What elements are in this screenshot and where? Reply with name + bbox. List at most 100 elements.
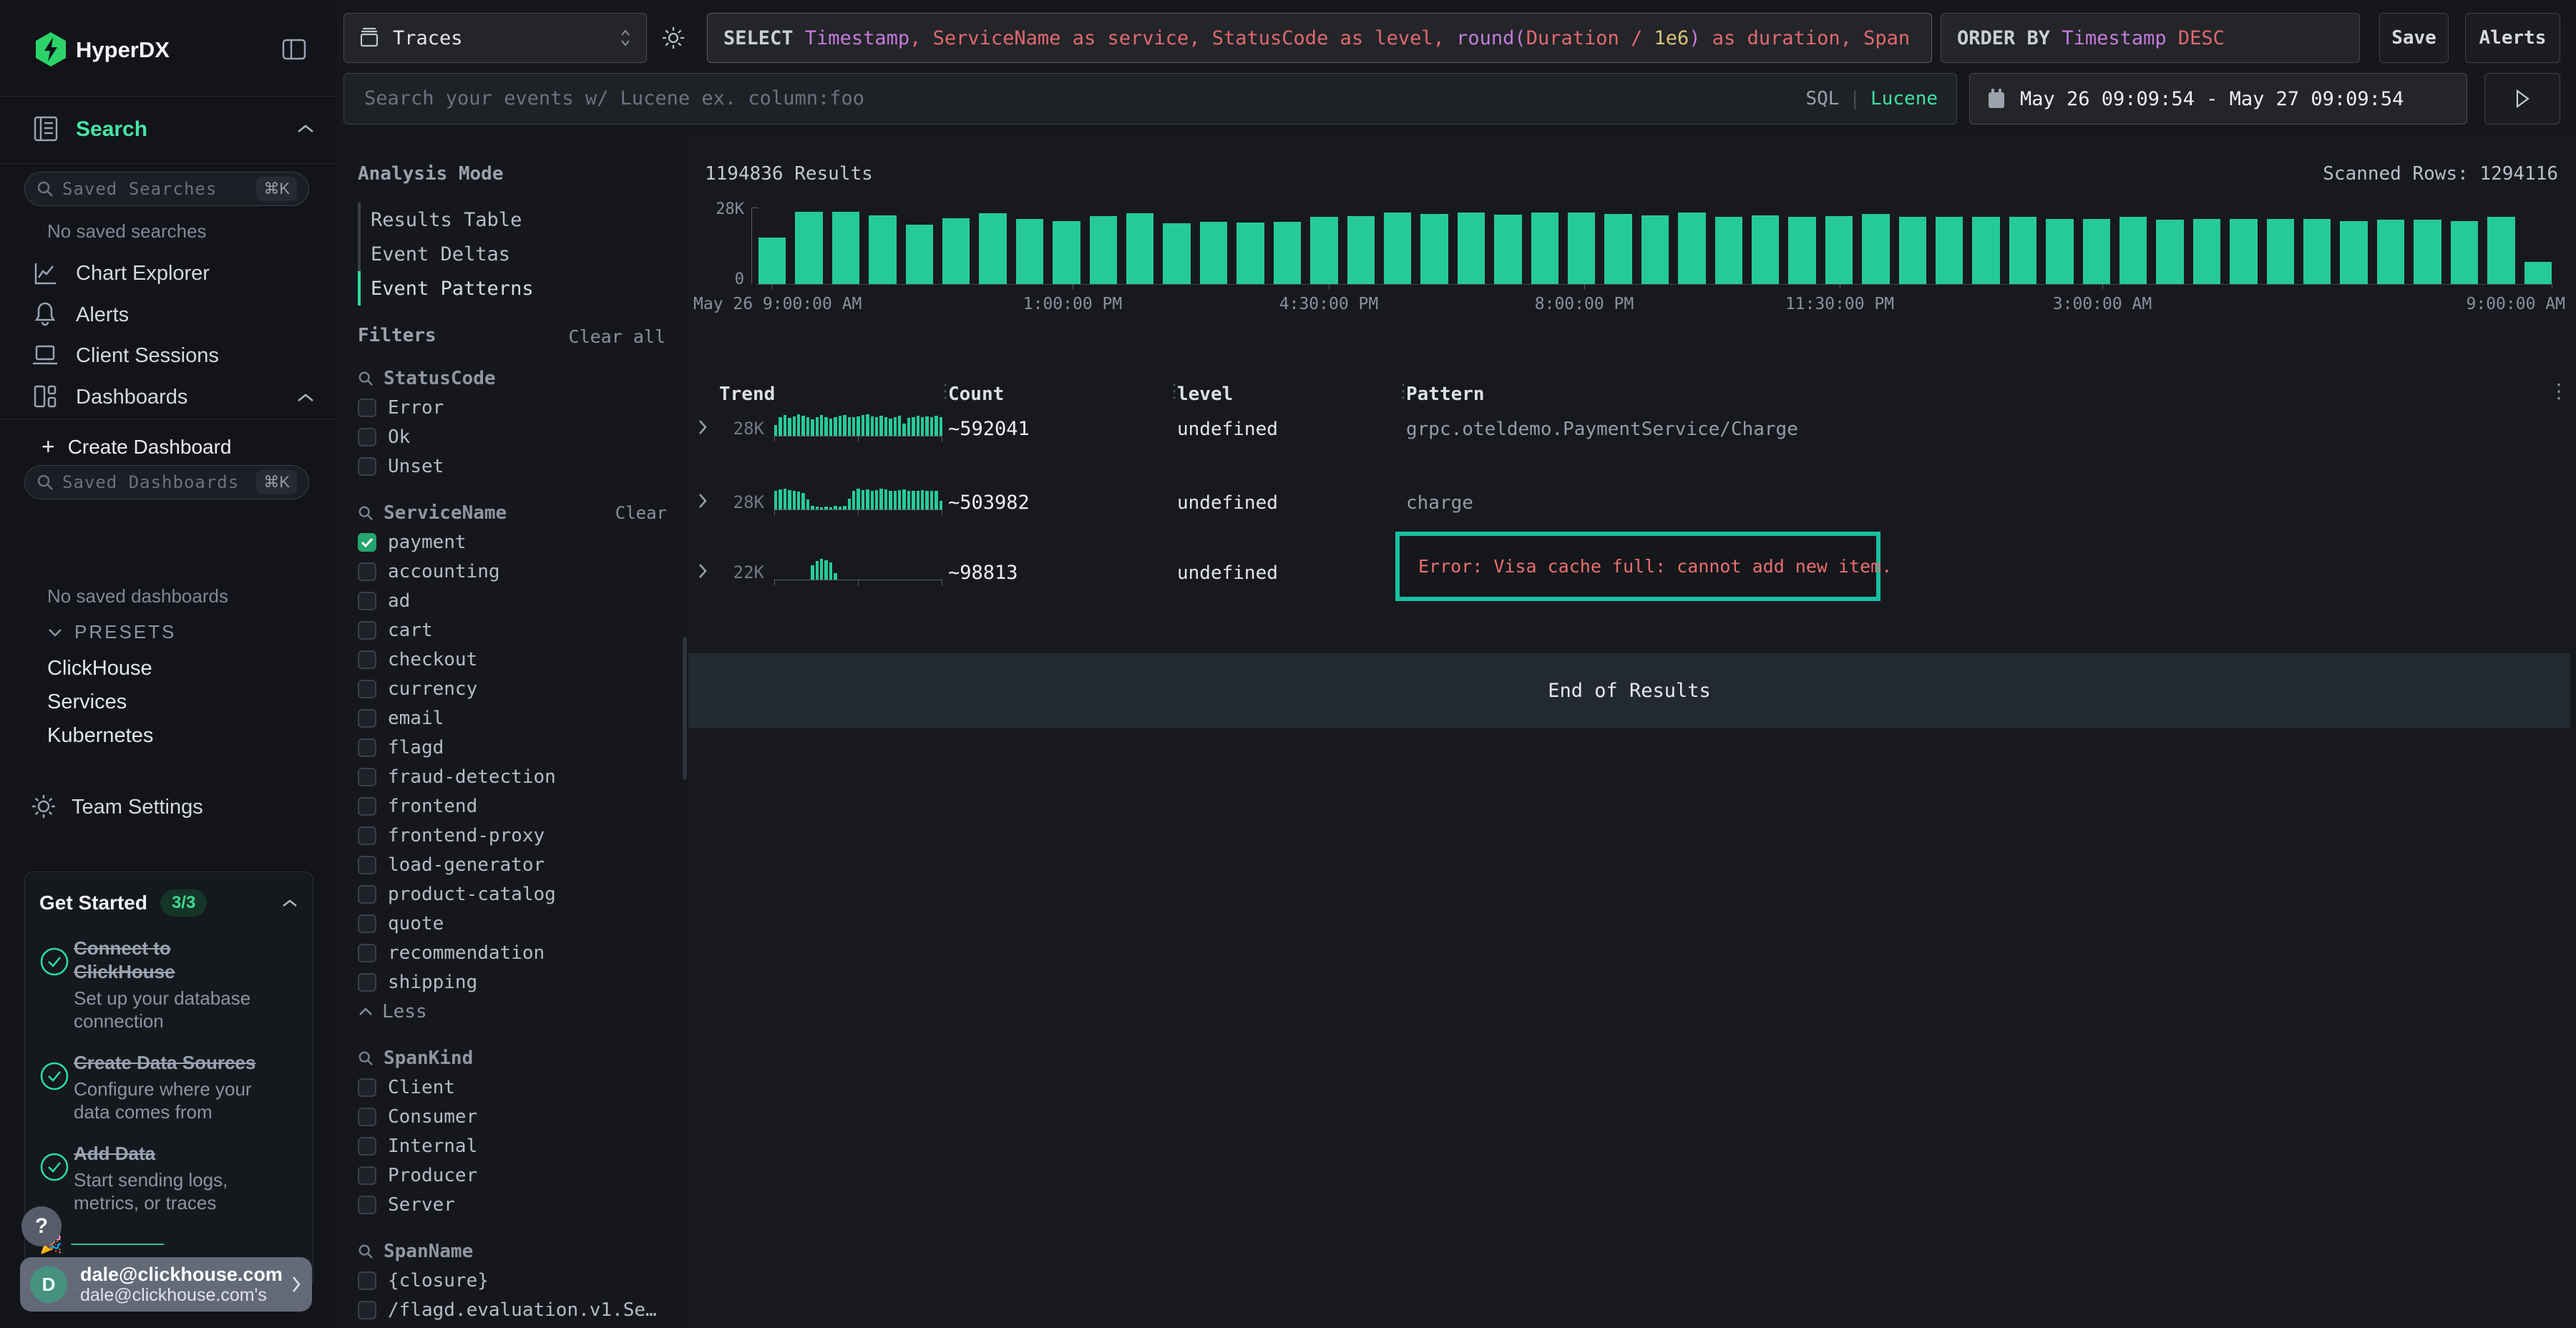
sql-select-editor[interactable]: SELECT Timestamp, ServiceName as service… [707, 13, 1932, 63]
alerts-button[interactable]: Alerts [2465, 13, 2560, 63]
filter-option[interactable]: Consumer [358, 1102, 667, 1131]
search-icon[interactable] [358, 1050, 374, 1066]
checkbox[interactable] [358, 1196, 376, 1214]
source-select[interactable]: Traces [343, 13, 647, 63]
show-less-toggle[interactable]: Less [358, 997, 667, 1026]
checkbox[interactable] [358, 1301, 376, 1319]
checkbox[interactable] [358, 1271, 376, 1290]
user-menu[interactable]: D dale@clickhouse.com dale@clickhouse.co… [20, 1257, 312, 1312]
filter-option[interactable]: cart [358, 615, 667, 645]
table-options-kebab-icon[interactable]: ⋮ [2549, 379, 2569, 403]
checkbox[interactable] [358, 1137, 376, 1156]
checkbox[interactable] [358, 457, 376, 476]
results-histogram[interactable] [758, 205, 2552, 284]
checkbox[interactable] [358, 399, 376, 417]
search-icon[interactable] [358, 1244, 374, 1259]
toggle-lucene[interactable]: Lucene [1870, 88, 1938, 109]
filter-option[interactable]: checkout [358, 645, 667, 674]
filter-option[interactable]: load-generator [358, 850, 667, 879]
filter-option[interactable]: Unset [358, 451, 667, 481]
checkbox[interactable] [358, 1166, 376, 1185]
expand-row-chevron-icon[interactable] [698, 562, 708, 580]
sidebar-item-search[interactable]: Search [76, 117, 147, 142]
filter-option[interactable]: product-catalog [358, 879, 667, 909]
clear-all-button[interactable]: Clear all [569, 326, 665, 347]
checkbox[interactable] [358, 592, 376, 610]
filter-option[interactable]: payment [358, 527, 667, 557]
filter-option[interactable]: recommendation [358, 938, 667, 967]
get-started-item[interactable]: Add DataStart sending logs, metrics, or … [39, 1142, 298, 1214]
toggle-sql[interactable]: SQL [1805, 88, 1839, 109]
chevron-up-icon[interactable] [281, 898, 298, 909]
checkbox[interactable] [358, 973, 376, 992]
checkbox[interactable] [358, 680, 376, 698]
analysis-mode-event-patterns[interactable]: Event Patterns [336, 271, 688, 306]
filter-option[interactable]: Producer [358, 1161, 667, 1190]
column-header-count[interactable]: Count [948, 384, 1004, 405]
scrollbar-thumb[interactable] [683, 637, 687, 780]
checkbox[interactable] [358, 914, 376, 933]
chevron-up-icon[interactable] [296, 123, 315, 135]
sidebar-item-client-sessions[interactable]: Client Sessions [76, 344, 219, 368]
chevron-up-icon[interactable] [296, 392, 315, 404]
checkbox[interactable] [358, 738, 376, 757]
filter-option[interactable]: frontend-proxy [358, 821, 667, 850]
filter-option[interactable]: email [358, 703, 667, 733]
sidebar-item-dashboards[interactable]: Dashboards [76, 386, 187, 409]
get-started-item[interactable]: Connect to ClickHouseSet up your databas… [39, 937, 298, 1032]
sidebar-item-chart-explorer[interactable]: Chart Explorer [76, 262, 210, 285]
checkbox[interactable] [358, 826, 376, 845]
filter-option[interactable]: quote [358, 909, 667, 938]
sidebar-preset-clickhouse[interactable]: ClickHouse [47, 657, 152, 680]
order-by-editor[interactable]: ORDER BY Timestamp DESC [1941, 13, 2360, 63]
date-range-picker[interactable]: May 26 09:09:54 - May 27 09:09:54 [1969, 73, 2467, 125]
saved-dashboards-input[interactable]: Saved Dashboards ⌘K [24, 465, 309, 499]
create-dashboard-button[interactable]: + Create Dashboard [42, 434, 232, 460]
analysis-mode-event-deltas[interactable]: Event Deltas [336, 237, 688, 271]
checkbox-checked[interactable] [358, 533, 376, 552]
expand-row-chevron-icon[interactable] [698, 419, 708, 436]
presets-toggle[interactable]: PRESETS [47, 621, 176, 643]
saved-searches-input[interactable]: Saved Searches ⌘K [24, 172, 309, 206]
filter-option[interactable]: Internal [358, 1131, 667, 1161]
sidebar-item-team-settings[interactable]: Team Settings [72, 796, 203, 819]
highlighted-pattern-box[interactable]: Error: Visa cache full: cannot add new i… [1395, 532, 1880, 601]
expand-row-chevron-icon[interactable] [698, 492, 708, 509]
sidebar-item-alerts[interactable]: Alerts [76, 303, 129, 327]
filter-option[interactable]: flagd [358, 733, 667, 762]
filter-option[interactable]: Ok [358, 422, 667, 451]
pattern-text-cell[interactable]: charge [1406, 492, 1473, 514]
source-settings-gear-icon[interactable] [660, 24, 687, 52]
checkbox[interactable] [358, 621, 376, 640]
checkbox[interactable] [358, 797, 376, 816]
column-header-pattern[interactable]: Pattern [1406, 384, 1485, 405]
get-started-item[interactable]: Create Data SourcesConfigure where your … [39, 1051, 298, 1123]
checkbox[interactable] [358, 885, 376, 904]
checkbox[interactable] [358, 428, 376, 446]
sidebar-preset-services[interactable]: Services [47, 690, 127, 714]
search-icon[interactable] [358, 371, 374, 386]
save-button[interactable]: Save [2379, 13, 2449, 63]
checkbox[interactable] [358, 562, 376, 581]
filter-option[interactable]: frontend [358, 791, 667, 821]
filter-option[interactable]: /flagd.evaluation.v1.Se… [358, 1295, 667, 1324]
checkbox[interactable] [358, 1078, 376, 1097]
checkbox[interactable] [358, 1108, 376, 1126]
filter-option[interactable]: accounting [358, 557, 667, 586]
column-header-level[interactable]: level [1177, 384, 1233, 405]
event-search-input[interactable] [344, 74, 1760, 122]
clear-group-button[interactable]: Clear [615, 503, 667, 523]
filter-option[interactable]: shipping [358, 967, 667, 997]
checkbox[interactable] [358, 768, 376, 786]
analysis-mode-results-table[interactable]: Results Table [336, 202, 688, 237]
checkbox[interactable] [358, 944, 376, 962]
checkbox[interactable] [358, 709, 376, 728]
filter-option[interactable]: {closure} [358, 1266, 667, 1295]
filter-option[interactable]: Server [358, 1190, 667, 1219]
filter-option[interactable]: ad [358, 586, 667, 615]
checkbox[interactable] [358, 856, 376, 874]
column-header-trend[interactable]: Trend [719, 384, 775, 405]
pattern-text-cell[interactable]: grpc.oteldemo.PaymentService/Charge [1406, 419, 1798, 440]
help-button[interactable]: ? [21, 1206, 62, 1246]
search-icon[interactable] [358, 505, 374, 521]
